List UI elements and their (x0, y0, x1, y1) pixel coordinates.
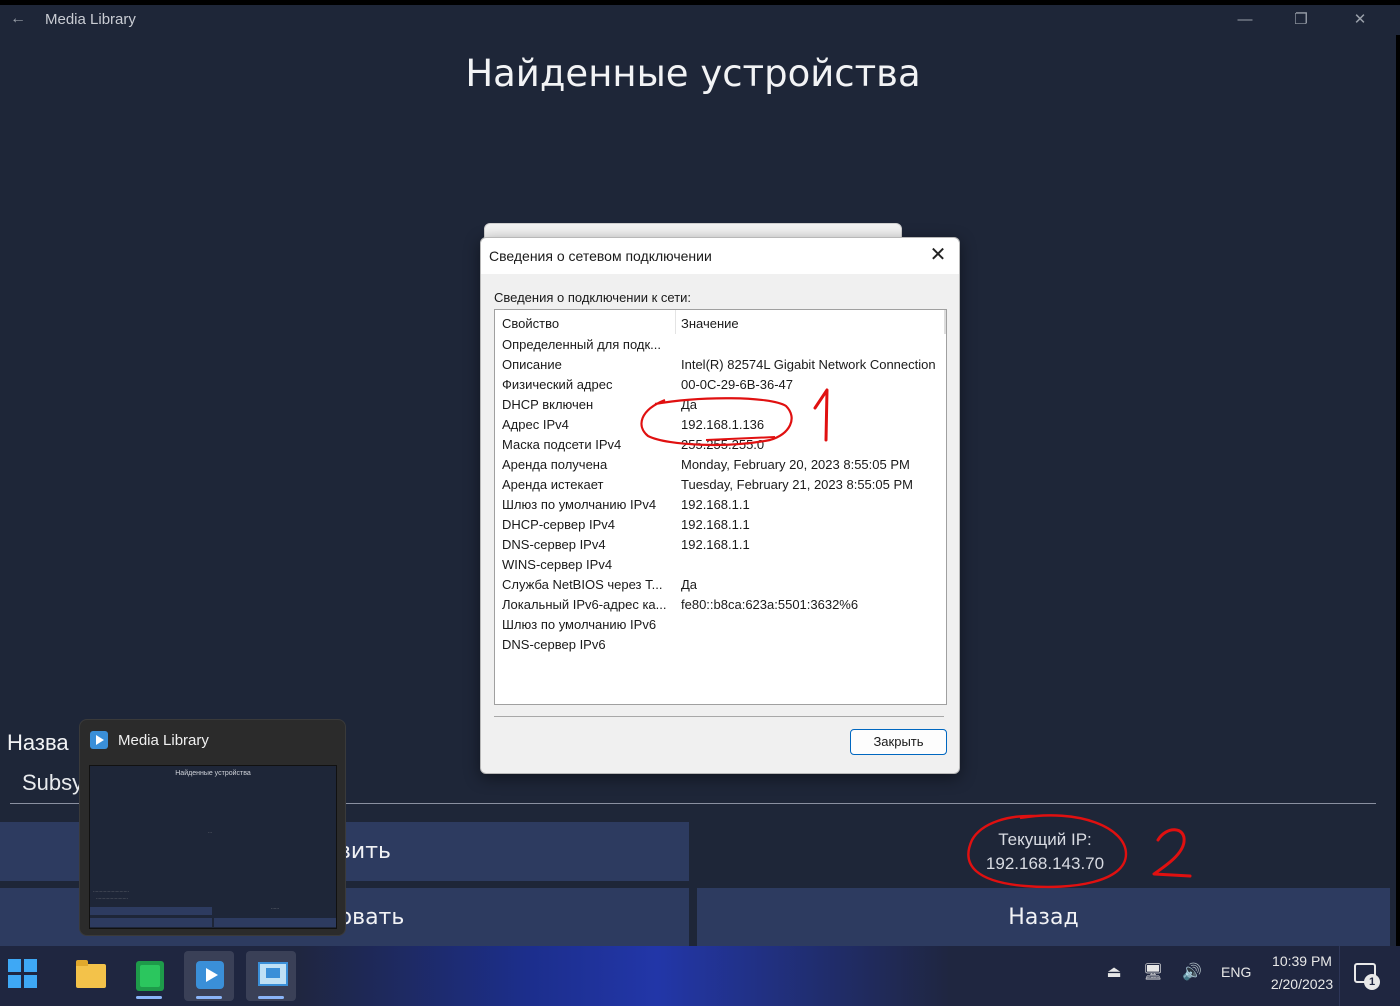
network-details-dialog: Сведения о сетевом подключении ✕ Сведени… (480, 237, 960, 774)
language-indicator[interactable]: ENG (1221, 964, 1251, 980)
row-value: 192.168.1.1 (681, 497, 750, 512)
row-property: DHCP-сервер IPv4 (502, 517, 615, 532)
row-value: 00-0C-29-6B-36-47 (681, 377, 794, 392)
restore-icon[interactable]: ❐ (1286, 8, 1316, 32)
row-value: 192.168.1.136 (681, 417, 765, 432)
window-edge (1396, 35, 1400, 946)
row-property: Аренда истекает (502, 477, 604, 492)
dialog-divider (494, 716, 944, 717)
listview-row[interactable]: Шлюз по умолчанию IPv6 (495, 614, 946, 634)
listview-row[interactable]: Аренда истекает Tuesday, February 21, 202… (495, 474, 946, 494)
row-property: Шлюз по умолчанию IPv4 (502, 497, 657, 512)
listview-scrollbar[interactable] (944, 310, 946, 334)
row-value: Да (681, 577, 698, 592)
row-value: Monday, February 20, 2023 8:55:05 PM (681, 457, 910, 472)
usb-eject-icon[interactable]: ⏏ (1103, 962, 1125, 984)
column-header-property[interactable]: Свойство (502, 316, 559, 331)
back-arrow-icon[interactable]: ← (10, 10, 26, 28)
row-property: Шлюз по умолчанию IPv6 (502, 617, 657, 632)
row-property: Маска подсети IPv4 (502, 437, 622, 452)
preview-thumbnail[interactable]: Найденные устройства ··· ···············… (89, 765, 337, 929)
dialog-close-icon[interactable]: ✕ (927, 244, 949, 266)
window-title: Media Library (45, 11, 136, 28)
close-window-icon[interactable]: ✕ (1345, 8, 1375, 32)
network-icon[interactable]: 🖥 (1142, 962, 1164, 984)
listview-row[interactable]: Физический адрес 00-0C-29-6B-36-47 (495, 374, 946, 394)
row-value: 255.255.255.0 (681, 437, 765, 452)
row-property: WINS-сервер IPv4 (502, 557, 613, 572)
start-icon[interactable] (8, 959, 38, 989)
page-title: Найденные устройства (465, 52, 921, 95)
row-property: Описание (502, 357, 562, 372)
listview-rows: Определенный для подк... Описание Intel(R)… (495, 334, 946, 654)
listview-row[interactable]: Адрес IPv4 192.168.1.136 (495, 414, 946, 434)
listview-row[interactable]: DHCP-сервер IPv4 192.168.1.1 (495, 514, 946, 534)
section-label: Сведения о подключении к сети: (494, 290, 692, 305)
listview-row[interactable]: Маска подсети IPv4 255.255.255.0 (495, 434, 946, 454)
listview-row[interactable]: Определенный для подк... (495, 334, 946, 354)
current-ip-label: Текущий IP: (998, 830, 1092, 849)
row-value: Tuesday, February 21, 2023 8:55:05 PM (681, 477, 913, 492)
current-ip: Текущий IP: 192.168.143.70 (955, 828, 1135, 876)
clock-time[interactable]: 10:39 PM (1262, 953, 1342, 969)
row-property: DNS-сервер IPv6 (502, 637, 606, 652)
thumb-decor: ··· (208, 830, 212, 835)
row-property: Локальный IPv6-адрес ка... (502, 597, 667, 612)
column-header-value[interactable]: Значение (681, 316, 739, 331)
dialog-titlebar: Сведения о сетевом подключении ✕ (481, 238, 959, 274)
thumb-decor: ··························· (93, 889, 129, 894)
row-value: Да (681, 397, 698, 412)
listview-row[interactable]: Служба NetBIOS через Т... Да (495, 574, 946, 594)
row-value: fe80::b8ca:623a:5501:3632%6 (681, 597, 859, 612)
listview-row[interactable]: Аренда получена Monday, February 20, 2023… (495, 454, 946, 474)
volume-icon[interactable]: 🔊 (1181, 962, 1203, 984)
row-property: DHCP включен (502, 397, 594, 412)
details-listview[interactable]: Свойство Значение Определенный для подк.… (494, 309, 947, 705)
thumb-button (90, 907, 212, 915)
row-value: 192.168.1.1 (681, 537, 750, 552)
remote-desktop-icon[interactable] (246, 951, 296, 1001)
file-explorer-icon[interactable] (63, 951, 113, 1001)
listview-header: Свойство Значение (495, 310, 946, 334)
row-property: Аренда получена (502, 457, 608, 472)
row-property: Служба NetBIOS через Т... (502, 577, 663, 592)
taskbar-divider (1339, 946, 1340, 1006)
window-titlebar: ← Media Library — ❐ ✕ (0, 5, 1400, 35)
preview-title: Media Library (118, 732, 209, 749)
dialog-title: Сведения о сетевом подключении (489, 248, 712, 264)
taskbar-glow (300, 946, 950, 1006)
listview-row[interactable]: Описание Intel(R) 82574L Gigabit Network … (495, 354, 946, 374)
notification-badge: 1 (1364, 974, 1380, 990)
thumb-decor: ······ (271, 906, 279, 911)
listview-row[interactable]: DNS-сервер IPv6 (495, 634, 946, 654)
taskbar-preview[interactable]: Media Library Найденные устройства ··· ·… (79, 719, 346, 936)
minimize-icon[interactable]: — (1230, 8, 1260, 32)
column-separator[interactable] (675, 310, 676, 334)
thumb-decor: ························ (96, 896, 128, 901)
row-property: Адрес IPv4 (502, 417, 569, 432)
back-button-label: Назад (1008, 904, 1079, 930)
clock-date[interactable]: 2/20/2023 (1262, 976, 1342, 992)
listview-row[interactable]: Шлюз по умолчанию IPv4 192.168.1.1 (495, 494, 946, 514)
row-value: 192.168.1.1 (681, 517, 750, 532)
row-value: Intel(R) 82574L Gigabit Network Connecti… (681, 357, 936, 372)
close-dialog-button[interactable]: Закрыть (850, 729, 947, 755)
row-property: Физический адрес (502, 377, 613, 392)
media-library-icon (90, 731, 108, 749)
name-label: Назва (7, 730, 69, 755)
thumb-button (90, 918, 212, 927)
thumb-button (214, 918, 336, 927)
current-ip-value: 192.168.143.70 (985, 854, 1105, 873)
green-app-icon[interactable] (124, 951, 174, 1001)
media-library-icon[interactable] (184, 951, 234, 1001)
listview-row[interactable]: DHCP включен Да (495, 394, 946, 414)
listview-row[interactable]: DNS-сервер IPv4 192.168.1.1 (495, 534, 946, 554)
row-property: DNS-сервер IPv4 (502, 537, 606, 552)
thumb-heading: Найденные устройства (175, 770, 251, 777)
back-button[interactable]: Назад (697, 888, 1390, 946)
listview-row[interactable]: WINS-сервер IPv4 (495, 554, 946, 574)
listview-row[interactable]: Локальный IPv6-адрес ка... fe80::b8ca:623… (495, 594, 946, 614)
row-property: Определенный для подк... (502, 337, 662, 352)
